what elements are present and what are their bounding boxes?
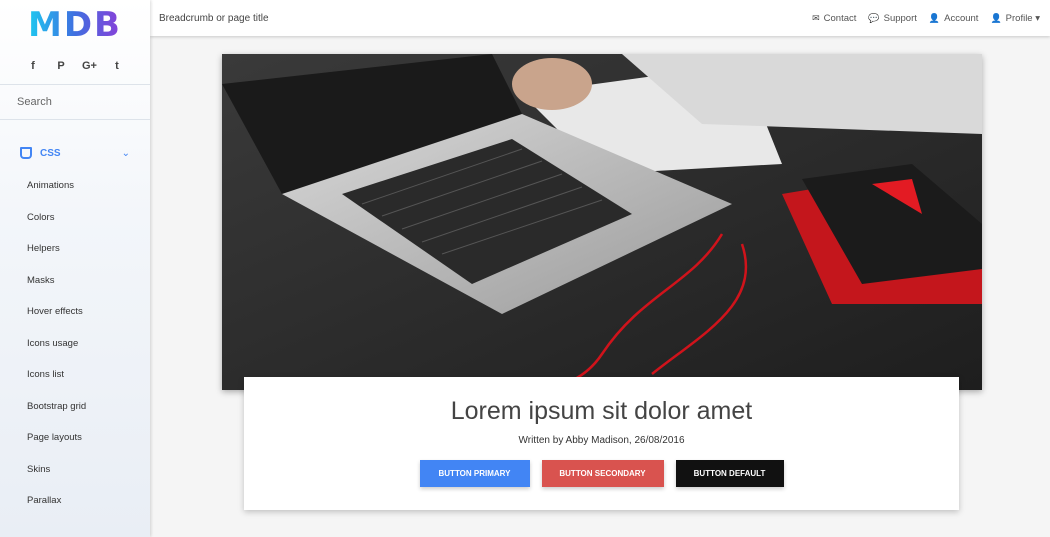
pinterest-icon[interactable]: P — [54, 60, 68, 72]
sidebar: MDB f P G+ t CSS ⌄ Animations Colors Hel… — [0, 0, 150, 537]
button-group: BUTTON PRIMARY BUTTON SECONDARY BUTTON D… — [244, 460, 959, 487]
google-plus-icon[interactable]: G+ — [82, 60, 97, 72]
nav-account-label: Account — [944, 12, 979, 24]
top-nav: ✉ Contact 💬 Support 👤 Account 👤 Profile … — [812, 13, 1050, 24]
logo-text: MDB — [28, 5, 122, 45]
sidebar-item-colors[interactable]: Colors — [0, 202, 150, 234]
search-box — [0, 84, 150, 120]
sidebar-item-icons-list[interactable]: Icons list — [0, 359, 150, 391]
user-icon: 👤 — [990, 12, 1002, 23]
primary-button[interactable]: BUTTON PRIMARY — [419, 460, 530, 487]
user-icon: 👤 — [928, 12, 941, 23]
nav-contact[interactable]: ✉ Contact — [812, 13, 856, 24]
sidebar-item-masks[interactable]: Masks — [0, 265, 150, 297]
facebook-icon[interactable]: f — [26, 60, 40, 72]
sidebar-item-page-layouts[interactable]: Page layouts — [0, 422, 150, 454]
sidebar-item-bootstrap-grid[interactable]: Bootstrap grid — [0, 391, 150, 423]
sidebar-item-helpers[interactable]: Helpers — [0, 233, 150, 265]
nav-account[interactable]: 👤 Account — [929, 13, 979, 24]
twitter-icon[interactable]: t — [110, 60, 124, 72]
secondary-button[interactable]: BUTTON SECONDARY — [541, 460, 664, 487]
default-button[interactable]: BUTTON DEFAULT — [675, 460, 784, 487]
sidebar-section-css[interactable]: CSS ⌄ — [0, 142, 150, 164]
sidebar-item-skins[interactable]: Skins — [0, 454, 150, 486]
article-title: Lorem ipsum sit dolor amet — [450, 397, 753, 425]
envelope-icon: ✉ — [812, 12, 820, 23]
nav-contact-label: Contact — [823, 12, 857, 24]
css3-icon — [20, 147, 32, 159]
article-card: Lorem ipsum sit dolor amet Written by Ab… — [244, 377, 959, 510]
nav-profile-label: Profile ▾ — [1005, 12, 1040, 24]
sidebar-item-icons-usage[interactable]: Icons usage — [0, 328, 150, 360]
logo[interactable]: MDB — [0, 0, 150, 50]
sidebar-item-parallax[interactable]: Parallax — [0, 485, 150, 517]
nav-support-label: Support — [883, 12, 917, 24]
social-links: f P G+ t — [0, 50, 150, 82]
sidebar-section-label: CSS — [40, 147, 61, 159]
nav-profile-dropdown[interactable]: 👤 Profile ▾ — [990, 13, 1040, 24]
breadcrumb: Breadcrumb or page title — [159, 12, 269, 24]
chevron-down-icon: ⌄ — [121, 147, 130, 159]
top-navbar: Breadcrumb or page title ✉ Contact 💬 Sup… — [150, 0, 1050, 36]
sidebar-item-hover-effects[interactable]: Hover effects — [0, 296, 150, 328]
sidebar-item-animations[interactable]: Animations — [0, 170, 150, 202]
search-input[interactable] — [17, 96, 137, 108]
comments-icon: 💬 — [868, 12, 880, 23]
sidebar-submenu: Animations Colors Helpers Masks Hover ef… — [0, 170, 150, 517]
article-byline: Written by Abby Madison, 26/08/2016 — [518, 435, 685, 446]
nav-support[interactable]: 💬 Support — [868, 13, 917, 24]
hero-image — [222, 54, 982, 390]
